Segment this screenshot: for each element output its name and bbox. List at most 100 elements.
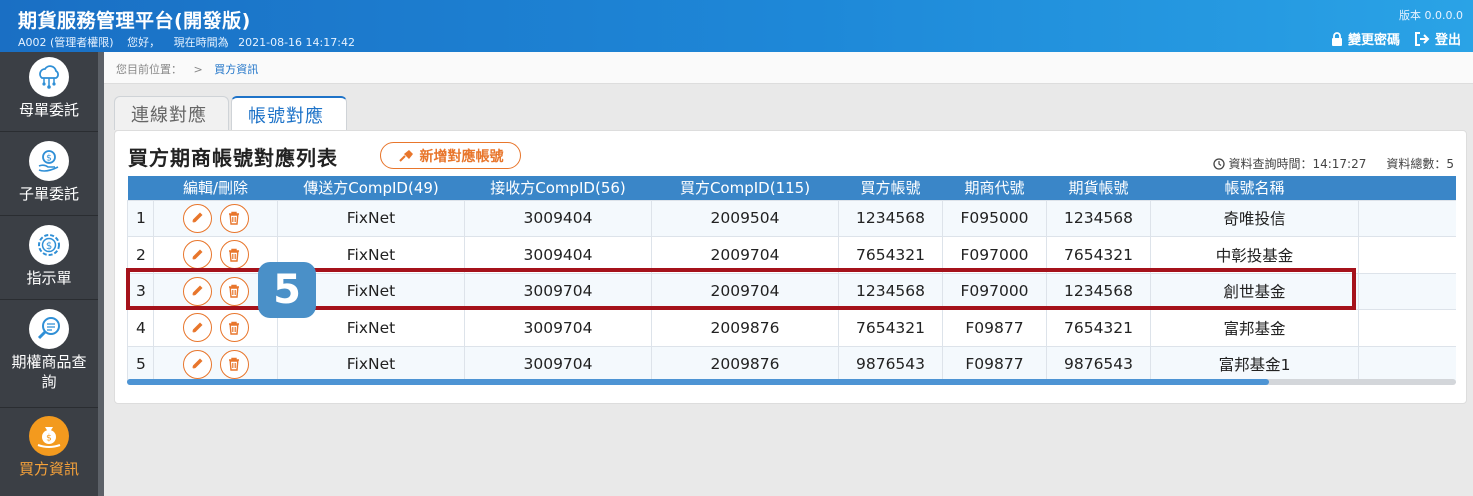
money-hand-icon: $ xyxy=(29,141,69,181)
buyer-compid: 2009876 xyxy=(651,309,839,347)
table-header-row: 編輯/刪除 傳送方CompID(49) 接收方CompID(56) 買方Comp… xyxy=(127,176,1456,200)
sidebar-item-product-query[interactable]: 期權商品查詢 xyxy=(0,300,98,408)
col-header-broker-code[interactable]: 期商代號 xyxy=(942,176,1047,200)
change-password-button[interactable]: 變更密碼 xyxy=(1331,29,1400,48)
edit-button[interactable] xyxy=(182,240,212,270)
col-header-extra xyxy=(1358,176,1456,200)
sidebar-item-label: 買方資訊 xyxy=(18,460,79,478)
query-time: 資料查詢時間：14:17:27 xyxy=(1228,157,1367,171)
user-id: A002 (管理者權限) xyxy=(18,36,114,49)
breadcrumb-separator: > xyxy=(193,63,203,76)
buyer-account: 1234568 xyxy=(838,199,943,237)
logout-icon xyxy=(1414,31,1430,46)
sidebar-divider xyxy=(98,52,104,496)
broker-code: F095000 xyxy=(942,199,1047,237)
lock-icon xyxy=(1331,31,1342,46)
breadcrumb: 您目前位置： > 買方資訊 xyxy=(104,52,1473,84)
table-row[interactable]: 5 FixNet 3009704 2009876 9876543 F09877 … xyxy=(127,345,1456,383)
tab-account-mapping[interactable]: 帳號對應 xyxy=(231,96,347,130)
sender-compid: FixNet xyxy=(277,345,465,383)
page-title: 買方期商帳號對應列表 xyxy=(128,146,338,170)
row-number: 4 xyxy=(127,309,154,347)
app-title: 期貨服務管理平台(開發版) xyxy=(18,10,251,32)
row-extra xyxy=(1358,236,1456,274)
money-bag-hand-icon: $ xyxy=(29,416,69,456)
logout-button[interactable]: 登出 xyxy=(1414,29,1461,48)
buyer-compid: 2009504 xyxy=(651,199,839,237)
delete-button[interactable] xyxy=(219,349,249,379)
sender-compid: FixNet xyxy=(277,199,465,237)
trash-icon xyxy=(229,321,239,335)
edit-button[interactable] xyxy=(182,349,212,379)
pencil-icon xyxy=(191,249,203,261)
col-header-buyer-account[interactable]: 買方帳號 xyxy=(838,176,943,200)
pencil-icon xyxy=(191,358,203,370)
broker-code: F09877 xyxy=(942,309,1047,347)
delete-button[interactable] xyxy=(219,203,249,233)
edit-button[interactable] xyxy=(182,203,212,233)
target-compid: 3009704 xyxy=(464,309,652,347)
row-extra xyxy=(1358,272,1456,310)
sidebar-item-buyer-info[interactable]: $ 買方資訊 xyxy=(0,408,98,496)
futures-account: 7654321 xyxy=(1046,309,1151,347)
horizontal-scrollbar[interactable] xyxy=(127,379,1456,385)
pin-icon xyxy=(398,149,413,162)
col-header-buyer-compid[interactable]: 買方CompID(115) xyxy=(651,176,839,200)
delete-button[interactable] xyxy=(219,240,249,270)
row-number: 1 xyxy=(127,199,154,237)
breadcrumb-prefix: 您目前位置： xyxy=(116,63,182,76)
sidebar-item-instruction[interactable]: $ 指示單 xyxy=(0,216,98,300)
col-header-no xyxy=(127,176,154,200)
table-row[interactable]: 1 FixNet 3009404 2009504 1234568 F095000… xyxy=(127,199,1456,237)
account-name: 富邦基金1 xyxy=(1150,345,1359,383)
table-row[interactable]: 4 FixNet 3009704 2009876 7654321 F09877 … xyxy=(127,309,1456,347)
edit-button[interactable] xyxy=(182,313,212,343)
col-header-futures-account[interactable]: 期貨帳號 xyxy=(1046,176,1151,200)
row-actions xyxy=(153,309,278,347)
col-header-edit-delete: 編輯/刪除 xyxy=(153,176,278,200)
col-header-sender-compid[interactable]: 傳送方CompID(49) xyxy=(277,176,465,200)
sidebar-item-parent-order[interactable]: 母單委託 xyxy=(0,52,98,132)
add-mapping-label: 新增對應帳號 xyxy=(419,148,504,165)
tab-connection-mapping[interactable]: 連線對應 xyxy=(114,96,229,130)
clock-icon xyxy=(1213,157,1226,170)
greeting: 您好， xyxy=(127,36,161,49)
row-extra xyxy=(1358,199,1456,237)
pencil-icon xyxy=(191,212,203,224)
breadcrumb-current[interactable]: 買方資訊 xyxy=(214,63,258,76)
svg-text:$: $ xyxy=(46,241,52,252)
total-count: 資料總數：5 xyxy=(1386,157,1454,171)
account-name: 富邦基金 xyxy=(1150,309,1359,347)
cloud-network-icon xyxy=(29,57,69,97)
target-compid: 3009704 xyxy=(464,345,652,383)
sidebar-item-label: 期權商品查詢 xyxy=(11,353,87,391)
delete-button[interactable] xyxy=(219,313,249,343)
sidebar-item-child-order[interactable]: $ 子單委託 xyxy=(0,132,98,216)
target-compid: 3009404 xyxy=(464,199,652,237)
col-header-account-name[interactable]: 帳號名稱 xyxy=(1150,176,1359,200)
step-badge: 5 xyxy=(258,262,316,318)
account-name: 奇唯投信 xyxy=(1150,199,1359,237)
row-actions xyxy=(153,199,278,237)
trash-icon xyxy=(229,358,239,371)
svg-text:$: $ xyxy=(46,154,52,164)
row-actions xyxy=(153,345,278,383)
col-header-target-compid[interactable]: 接收方CompID(56) xyxy=(464,176,652,200)
pencil-icon xyxy=(191,322,203,334)
broker-code: F09877 xyxy=(942,345,1047,383)
trash-icon xyxy=(229,212,239,225)
magnify-chat-icon xyxy=(29,309,69,349)
sidebar: 母單委託 $ 子單委託 $ 指示單 期權商品查詢 $ 買方資訊 xyxy=(0,52,98,496)
futures-account: 1234568 xyxy=(1046,199,1151,237)
current-time: 2021-08-16 14:17:42 xyxy=(238,36,355,49)
dollar-gear-icon: $ xyxy=(29,225,69,265)
account-mapping-card: 買方期商帳號對應列表 新增對應帳號 資料查詢時間：14:17:27 資料總數：5 xyxy=(114,130,1467,404)
sidebar-item-label: 指示單 xyxy=(26,269,72,287)
add-mapping-button[interactable]: 新增對應帳號 xyxy=(380,142,521,169)
buyer-account: 9876543 xyxy=(838,345,943,383)
svg-text:$: $ xyxy=(46,434,52,444)
scrollbar-thumb[interactable] xyxy=(127,379,1269,385)
buyer-compid: 2009876 xyxy=(651,345,839,383)
logout-label: 登出 xyxy=(1434,33,1461,48)
user-info: A002 (管理者權限) 您好， 現在時間為 2021-08-16 14:17:… xyxy=(18,34,365,50)
